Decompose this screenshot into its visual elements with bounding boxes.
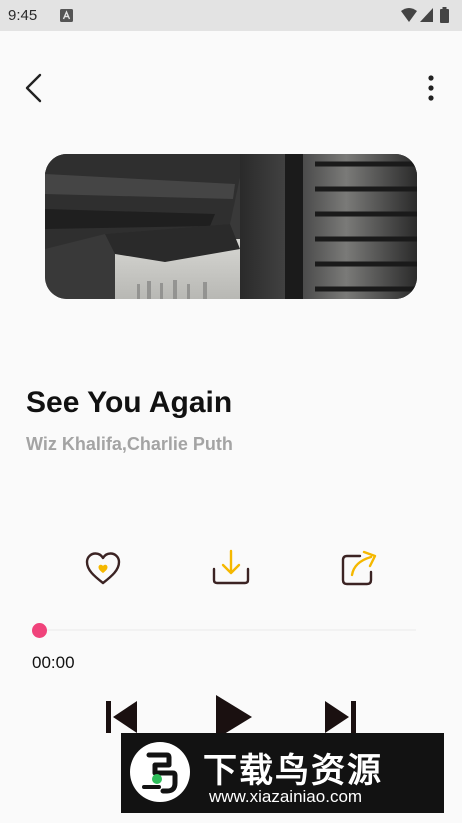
heart-icon: [85, 552, 121, 585]
share-icon: [341, 550, 377, 586]
album-cover-image: [45, 154, 417, 299]
status-bar: 9:45: [0, 0, 462, 31]
progress-thumb[interactable]: [32, 623, 47, 638]
watermark-name: 下载鸟资源: [203, 751, 383, 791]
progress-track[interactable]: [40, 629, 416, 631]
song-artist: Wiz Khalifa,Charlie Puth: [26, 434, 233, 454]
cell-signal-icon: [420, 8, 433, 22]
album-cover: [45, 154, 417, 299]
watermark-banner: 下载鸟资源 www.xiazainiao.com: [121, 733, 444, 813]
share-button[interactable]: [338, 547, 380, 589]
download-button[interactable]: [210, 547, 252, 589]
more-options-button[interactable]: [420, 72, 442, 104]
download-icon: [212, 549, 250, 585]
wifi-icon: [401, 8, 417, 22]
watermark-url: www.xiazainiao.com: [209, 787, 363, 806]
song-title: See You Again: [26, 386, 233, 419]
more-vertical-icon: [428, 75, 434, 101]
current-time: 00:00: [32, 653, 75, 672]
back-button[interactable]: [20, 71, 48, 105]
chevron-left-icon: [25, 73, 42, 103]
like-button[interactable]: [82, 547, 124, 589]
notification-a-icon: [60, 9, 73, 22]
status-time: 9:45: [8, 7, 38, 24]
battery-icon: [440, 7, 449, 23]
bird-logo-icon: [129, 741, 191, 803]
